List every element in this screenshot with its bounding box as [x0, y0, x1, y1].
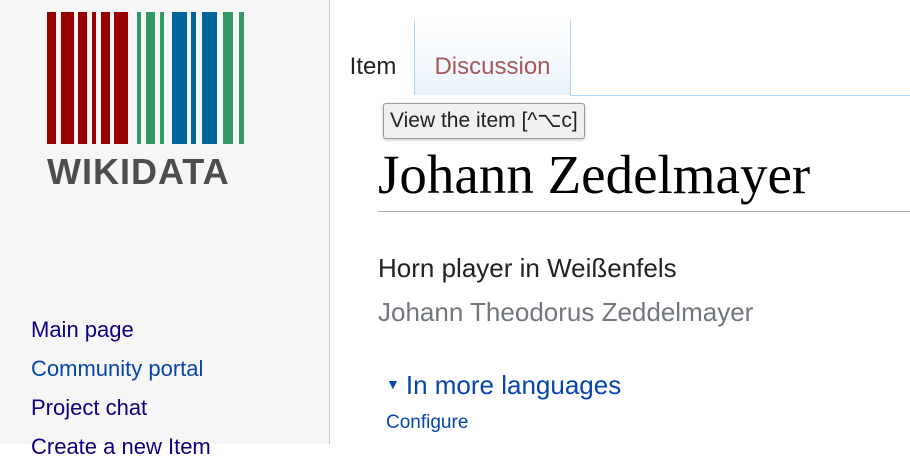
- item-description[interactable]: Horn player in Weißenfels: [378, 250, 677, 286]
- tab-item-label: Item: [349, 53, 397, 80]
- more-languages-toggle[interactable]: ▼ In more languages: [386, 366, 621, 406]
- tab-discussion[interactable]: Discussion: [414, 20, 571, 95]
- configure-link[interactable]: Configure: [386, 409, 468, 437]
- sidebar-navigation: Main page Community portal Project chat …: [31, 310, 211, 466]
- tooltip: View the item [^⌥c]: [383, 103, 585, 139]
- tab-baseline: [570, 95, 910, 96]
- sidebar-item-label[interactable]: Community portal: [31, 356, 203, 381]
- sidebar-item-label[interactable]: Main page: [31, 317, 134, 342]
- more-languages-label: In more languages: [405, 370, 622, 400]
- sidebar-item-create-new-item[interactable]: Create a new Item: [31, 427, 211, 466]
- sidebar-divider: [329, 0, 330, 444]
- sidebar-item-label[interactable]: Project chat: [31, 395, 147, 420]
- title-divider: [378, 211, 910, 212]
- sidebar: WIKIDATA Main page Community portal Proj…: [0, 0, 329, 459]
- tab-discussion-label: Discussion: [434, 53, 551, 80]
- sidebar-item-community-portal[interactable]: Community portal: [31, 349, 211, 388]
- sidebar-item-project-chat[interactable]: Project chat: [31, 388, 211, 427]
- wikidata-logo[interactable]: WIKIDATA: [47, 12, 257, 192]
- page-title: Johann Zedelmayer: [378, 144, 811, 205]
- tab-item[interactable]: Item: [333, 45, 413, 96]
- item-alias[interactable]: Johann Theodorus Zeddelmayer: [378, 294, 753, 330]
- triangle-down-icon: ▼: [386, 376, 400, 393]
- logo-wordmark: WIKIDATA: [47, 151, 230, 192]
- logo-barcode-icon: [47, 12, 257, 144]
- sidebar-item-label[interactable]: Create a new Item: [31, 434, 211, 459]
- sidebar-item-main-page[interactable]: Main page: [31, 310, 211, 349]
